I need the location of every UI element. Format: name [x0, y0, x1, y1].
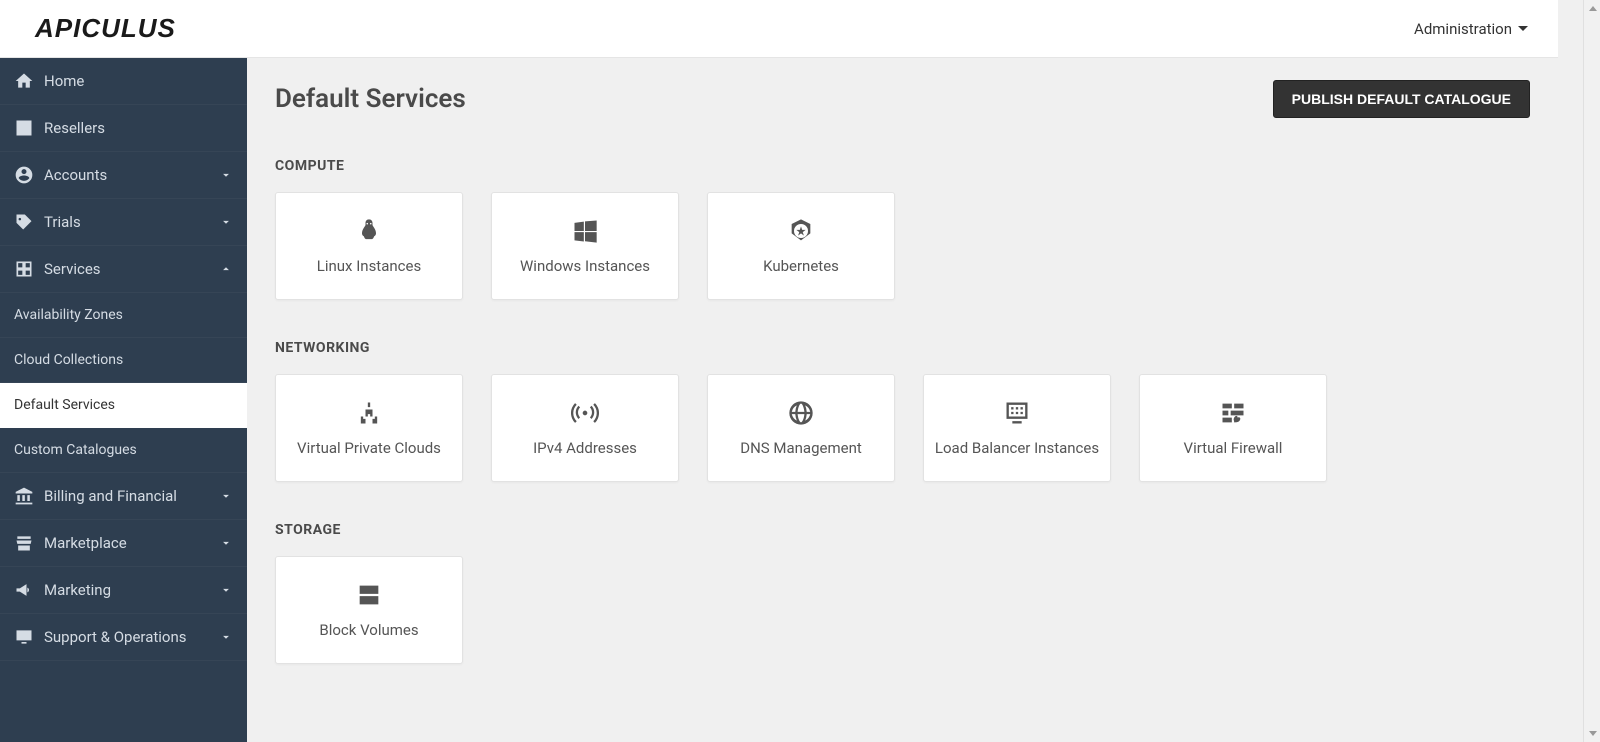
card-label: Block Volumes [319, 621, 418, 639]
sidebar-item-label: Accounts [44, 166, 219, 184]
administration-menu[interactable]: Administration [1404, 14, 1538, 44]
chevron-down-icon [219, 583, 233, 597]
card-grid: Virtual Private Clouds IPv4 Addresses DN… [275, 374, 1530, 482]
administration-label: Administration [1414, 20, 1512, 38]
home-icon [14, 71, 34, 91]
sidebar-item-label: Services [44, 260, 219, 278]
service-card-ipv4-addresses[interactable]: IPv4 Addresses [491, 374, 679, 482]
user-box-icon [14, 118, 34, 138]
service-card-virtual-private-clouds[interactable]: Virtual Private Clouds [275, 374, 463, 482]
network-icon [355, 399, 383, 427]
linux-icon [355, 217, 383, 245]
card-label: Kubernetes [763, 257, 839, 275]
chevron-up-icon [219, 262, 233, 276]
sidebar: Home Resellers Accounts Trials Services … [0, 58, 247, 742]
card-grid: Block Volumes [275, 556, 1530, 664]
monitor-icon [14, 627, 34, 647]
tags-icon [14, 212, 34, 232]
service-card-block-volumes[interactable]: Block Volumes [275, 556, 463, 664]
browser-scrollbar[interactable] [1583, 0, 1600, 742]
windows-icon [571, 217, 599, 245]
sidebar-subitem-custom-catalogues[interactable]: Custom Catalogues [0, 428, 247, 473]
chevron-down-icon [219, 489, 233, 503]
chevron-down-icon [219, 215, 233, 229]
service-card-kubernetes[interactable]: Kubernetes [707, 192, 895, 300]
firewall-icon [1219, 399, 1247, 427]
loadbalancer-icon [1003, 399, 1031, 427]
megaphone-icon [14, 580, 34, 600]
kubernetes-icon [787, 217, 815, 245]
services-icon [14, 259, 34, 279]
bank-icon [14, 486, 34, 506]
main-content: Default Services PUBLISH DEFAULT CATALOG… [247, 58, 1558, 742]
broadcast-icon [571, 399, 599, 427]
brand-logo: APICULUS [35, 13, 176, 44]
sidebar-item-resellers[interactable]: Resellers [0, 105, 247, 152]
card-label: Virtual Firewall [1184, 439, 1283, 457]
card-label: Linux Instances [317, 257, 421, 275]
card-label: Load Balancer Instances [935, 439, 1099, 457]
service-card-dns-management[interactable]: DNS Management [707, 374, 895, 482]
account-circle-icon [14, 165, 34, 185]
sidebar-item-label: Resellers [44, 119, 233, 137]
caret-down-icon [1518, 26, 1528, 31]
service-card-load-balancer-instances[interactable]: Load Balancer Instances [923, 374, 1111, 482]
scrollbar-down-button[interactable] [1584, 725, 1600, 742]
sidebar-item-support-operations[interactable]: Support & Operations [0, 614, 247, 661]
service-card-linux-instances[interactable]: Linux Instances [275, 192, 463, 300]
card-label: Windows Instances [520, 257, 650, 275]
page-title: Default Services [275, 84, 466, 114]
store-icon [14, 533, 34, 553]
globe-icon [787, 399, 815, 427]
topbar: APICULUS Administration [0, 0, 1558, 58]
publish-catalogue-button[interactable]: PUBLISH DEFAULT CATALOGUE [1273, 80, 1530, 118]
sidebar-item-trials[interactable]: Trials [0, 199, 247, 246]
sidebar-item-accounts[interactable]: Accounts [0, 152, 247, 199]
sidebar-item-home[interactable]: Home [0, 58, 247, 105]
card-label: DNS Management [740, 439, 862, 457]
card-grid: Linux Instances Windows Instances Kubern… [275, 192, 1530, 300]
section-heading-compute: COMPUTE [275, 158, 1530, 174]
service-card-virtual-firewall[interactable]: Virtual Firewall [1139, 374, 1327, 482]
card-label: Virtual Private Clouds [297, 439, 441, 457]
chevron-down-icon [219, 630, 233, 644]
section-heading-storage: STORAGE [275, 522, 1530, 538]
sidebar-item-label: Support & Operations [44, 628, 219, 646]
section-heading-networking: NETWORKING [275, 340, 1530, 356]
chevron-down-icon [219, 536, 233, 550]
sidebar-subitem-default-services[interactable]: Default Services [0, 383, 247, 428]
sidebar-item-services[interactable]: Services [0, 246, 247, 293]
sidebar-item-billing-and-financial[interactable]: Billing and Financial [0, 473, 247, 520]
page-header: Default Services PUBLISH DEFAULT CATALOG… [275, 80, 1530, 118]
sidebar-item-label: Marketing [44, 581, 219, 599]
service-card-windows-instances[interactable]: Windows Instances [491, 192, 679, 300]
chevron-down-icon [219, 168, 233, 182]
sidebar-item-label: Trials [44, 213, 219, 231]
sidebar-item-marketing[interactable]: Marketing [0, 567, 247, 614]
sidebar-item-label: Home [44, 72, 233, 90]
sidebar-item-label: Billing and Financial [44, 487, 219, 505]
sidebar-item-marketplace[interactable]: Marketplace [0, 520, 247, 567]
storage-icon [355, 581, 383, 609]
sidebar-subitem-availability-zones[interactable]: Availability Zones [0, 293, 247, 338]
card-label: IPv4 Addresses [533, 439, 637, 457]
sidebar-item-label: Marketplace [44, 534, 219, 552]
scrollbar-up-button[interactable] [1584, 0, 1600, 17]
sidebar-subitem-cloud-collections[interactable]: Cloud Collections [0, 338, 247, 383]
